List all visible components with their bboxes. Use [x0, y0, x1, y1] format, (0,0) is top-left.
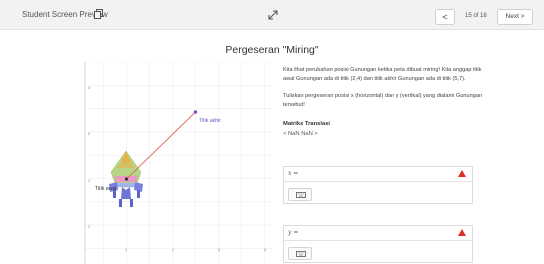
- x-input-field[interactable]: [284, 181, 472, 182]
- x-tick-label: 6: [218, 247, 221, 252]
- x-tick-label: 4: [172, 247, 175, 252]
- instruction-paragraph: Tuliskan pergeseran posisi x (horizontal…: [283, 93, 483, 108]
- x-tick-label: 8: [264, 247, 267, 252]
- page-indicator: 15 of 18: [465, 13, 487, 19]
- matrix-label: Matriks Translasi: [283, 121, 331, 127]
- grid-lines: [84, 62, 272, 264]
- copy-icon[interactable]: [94, 9, 103, 19]
- keyboard-icon: [296, 192, 306, 198]
- coordinate-graph[interactable]: 8 6 4 2 2 4 6 8 Titik awal Titik akhir: [84, 62, 272, 264]
- x-answer-box[interactable]: x =: [283, 166, 473, 204]
- warning-icon: [458, 229, 466, 236]
- end-point-label: Titik akhir: [199, 118, 221, 124]
- expand-icon[interactable]: [268, 10, 278, 20]
- start-point-label: Titik awal: [95, 186, 116, 192]
- y-input-label: y =: [288, 229, 299, 236]
- y-input-field[interactable]: [284, 240, 472, 241]
- start-point[interactable]: [124, 177, 129, 181]
- y-answer-box[interactable]: y =: [283, 225, 473, 263]
- keyboard-button[interactable]: [288, 188, 312, 201]
- instruction-paragraph: Kita lihat perubahan posisi Gunungan ket…: [283, 67, 482, 82]
- top-bar: Student Screen Preview < 15 of 18 Next >: [0, 0, 544, 30]
- x-tick-label: 2: [125, 247, 128, 252]
- keyboard-button[interactable]: [288, 247, 312, 260]
- previous-button[interactable]: <: [435, 9, 455, 25]
- y-tick-label: 2: [88, 224, 91, 229]
- y-tick-label: 8: [88, 85, 91, 90]
- warning-icon: [458, 170, 466, 177]
- page-title: Pergeseran "Miring": [225, 44, 319, 56]
- keyboard-icon: [296, 251, 306, 257]
- matrix-value: < NaN NaN >: [283, 131, 318, 137]
- end-point[interactable]: [193, 110, 198, 114]
- instructions-panel: Kita lihat perubahan posisi Gunungan ket…: [283, 66, 483, 139]
- translation-arrow: [126, 111, 196, 180]
- next-button[interactable]: Next >: [497, 9, 533, 25]
- x-input-label: x =: [288, 170, 299, 177]
